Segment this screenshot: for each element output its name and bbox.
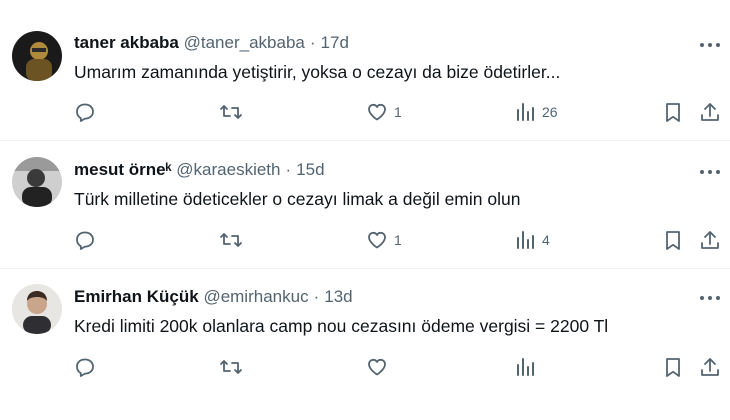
- tweet-header: mesut örneᵏ @karaeskieth · 15d: [74, 160, 325, 180]
- views-button[interactable]: 26: [514, 101, 558, 123]
- tweet-2[interactable]: mesut örneᵏ @karaeskieth · 15d Türk millet…: [0, 141, 730, 268]
- tweet-header: Emirhan Küçük @emirhankuc · 13d: [74, 287, 353, 307]
- share-icon: [699, 229, 721, 251]
- like-count: 1: [394, 104, 402, 120]
- bookmark-icon: [662, 356, 684, 378]
- share-button[interactable]: [699, 356, 721, 378]
- bookmark-button[interactable]: [662, 229, 684, 251]
- views-icon: [514, 229, 536, 251]
- tweet-1[interactable]: taner akbaba @taner_akbaba · 17d Umarım za…: [0, 0, 730, 140]
- retweet-icon: [219, 356, 243, 378]
- share-icon: [699, 356, 721, 378]
- like-button[interactable]: 1: [366, 229, 402, 251]
- timestamp[interactable]: 17d: [321, 33, 349, 52]
- reply-button[interactable]: [74, 356, 96, 378]
- bookmark-button[interactable]: [662, 356, 684, 378]
- views-button[interactable]: 4: [514, 229, 550, 251]
- author-handle[interactable]: @taner_akbaba: [184, 33, 305, 52]
- avatar[interactable]: [12, 157, 62, 207]
- bookmark-icon: [662, 229, 684, 251]
- timestamp[interactable]: 13d: [324, 287, 352, 306]
- like-count: 1: [394, 232, 402, 248]
- views-count: 4: [542, 232, 550, 248]
- views-icon: [514, 101, 536, 123]
- avatar[interactable]: [12, 31, 62, 81]
- tweet-text: Umarım zamanında yetiştirir, yoksa o cez…: [74, 62, 561, 82]
- timestamp[interactable]: 15d: [296, 160, 324, 179]
- views-icon: [514, 356, 536, 378]
- share-button[interactable]: [699, 101, 721, 123]
- heart-icon: [366, 356, 388, 378]
- more-icon[interactable]: [697, 165, 723, 179]
- retweet-button[interactable]: [219, 229, 243, 251]
- share-button[interactable]: [699, 229, 721, 251]
- author-name[interactable]: Emirhan Küçük: [74, 287, 199, 306]
- bookmark-icon: [662, 101, 684, 123]
- author-handle[interactable]: @karaeskieth: [176, 160, 280, 179]
- reply-button[interactable]: [74, 101, 96, 123]
- separator-dot: ·: [285, 160, 292, 179]
- separator-dot: ·: [309, 33, 316, 52]
- author-name[interactable]: taner akbaba: [74, 33, 179, 52]
- reply-button[interactable]: [74, 229, 96, 251]
- retweet-icon: [219, 229, 243, 251]
- avatar[interactable]: [12, 284, 62, 334]
- tweet-text: Türk milletine ödeticekler o cezayı lima…: [74, 189, 521, 209]
- tweet-3[interactable]: Emirhan Küçük @emirhankuc · 13d Kredi limi…: [0, 269, 730, 420]
- retweet-button[interactable]: [219, 101, 243, 123]
- retweet-button[interactable]: [219, 356, 243, 378]
- more-icon[interactable]: [697, 291, 723, 305]
- like-button[interactable]: 1: [366, 101, 402, 123]
- heart-icon: [366, 101, 388, 123]
- tweet-text: Kredi limiti 200k olanlara camp nou ceza…: [74, 316, 609, 336]
- tweet-header: taner akbaba @taner_akbaba · 17d: [74, 33, 349, 53]
- views-button[interactable]: [514, 356, 542, 378]
- bookmark-button[interactable]: [662, 101, 684, 123]
- author-name[interactable]: mesut örneᵏ: [74, 160, 172, 179]
- reply-icon: [74, 229, 96, 251]
- reply-icon: [74, 101, 96, 123]
- views-count: 26: [542, 104, 558, 120]
- separator-dot: ·: [313, 287, 320, 306]
- retweet-icon: [219, 101, 243, 123]
- share-icon: [699, 101, 721, 123]
- heart-icon: [366, 229, 388, 251]
- more-icon[interactable]: [697, 38, 723, 52]
- reply-icon: [74, 356, 96, 378]
- like-button[interactable]: [366, 356, 394, 378]
- author-handle[interactable]: @emirhankuc: [203, 287, 308, 306]
